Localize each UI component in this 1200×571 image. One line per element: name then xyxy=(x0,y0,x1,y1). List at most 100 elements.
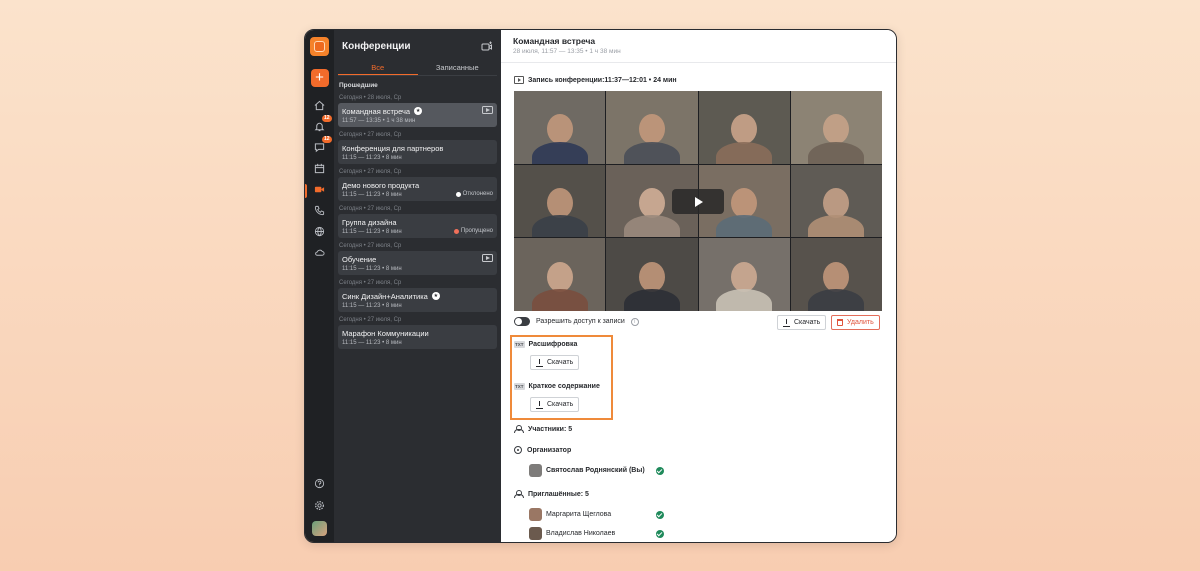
phone-icon[interactable] xyxy=(312,202,328,218)
app-logo xyxy=(310,37,329,56)
participant-name: Святослав Роднянский (Вы) xyxy=(546,467,645,474)
conference-group: Сегодня • 27 июля, Ср Демо нового продук… xyxy=(334,166,501,201)
trash-icon xyxy=(837,319,843,326)
conference-detail: Командная встреча 28 июля, 11:57 — 13:35… xyxy=(501,30,896,542)
txt-file-icon: TXT xyxy=(514,383,525,390)
video-tile xyxy=(514,164,606,238)
home-icon[interactable] xyxy=(312,97,328,113)
page-title: Командная встреча xyxy=(513,36,596,46)
conference-title: Конференция для партнеров xyxy=(342,143,444,153)
play-button[interactable] xyxy=(672,189,724,214)
chat-icon[interactable]: 12 xyxy=(312,136,332,155)
status-text: Отклонено xyxy=(462,191,493,197)
file-name: Расшифровка xyxy=(528,341,578,348)
invited-label: Приглашённые: 5 xyxy=(528,490,589,498)
conference-group: Сегодня • 27 июля, Ср Группа дизайна 11:… xyxy=(334,203,501,238)
download-icon xyxy=(536,400,543,409)
download-recording-button[interactable]: Скачать xyxy=(777,315,827,330)
status-badge: Отклонено xyxy=(455,191,493,197)
conference-meta: 11:15 — 11:23 • 8 мин xyxy=(342,340,402,346)
download-transcript-button[interactable]: Скачать xyxy=(530,355,580,370)
organizer-label: Организатор xyxy=(527,446,572,454)
list-item[interactable]: Марафон Коммуникации 11:15 — 11:23 • 8 м… xyxy=(338,325,497,349)
help-icon[interactable] xyxy=(312,475,328,491)
conference-list-panel: Конференции Все Записанные Прошедшие Сег… xyxy=(334,30,501,542)
allow-access-label: Разрешить доступ к записи xyxy=(536,318,625,325)
list-item[interactable]: Группа дизайна 11:15 — 11:23 • 8 мин Про… xyxy=(338,214,497,238)
recording-icon xyxy=(482,254,493,262)
tab-recorded[interactable]: Записанные xyxy=(418,63,498,75)
conference-meta: 11:15 — 11:23 • 8 мин xyxy=(342,266,402,272)
app-window: + 12 12 Конференции Все Записанные Проше… xyxy=(304,29,897,543)
info-icon[interactable]: i xyxy=(630,317,639,326)
conference-group: Сегодня • 28 июля, Ср Командная встреча ★… xyxy=(334,92,501,127)
recording-icon xyxy=(514,76,524,84)
new-button[interactable]: + xyxy=(310,69,329,87)
calendar-icon[interactable] xyxy=(312,160,328,176)
avatar xyxy=(529,527,542,540)
conference-date: Сегодня • 27 июля, Ср xyxy=(339,132,402,138)
video-tile xyxy=(698,91,790,164)
globe-icon[interactable] xyxy=(312,223,328,239)
video-tile xyxy=(790,91,882,164)
declined-icon xyxy=(455,191,461,197)
check-icon xyxy=(656,511,664,519)
check-icon xyxy=(656,530,664,538)
people-icon xyxy=(514,490,524,498)
conference-date: Сегодня • 27 июля, Ср xyxy=(339,243,402,249)
bell-icon[interactable]: 12 xyxy=(312,115,332,134)
avatar xyxy=(529,464,542,477)
star-icon: ★ xyxy=(414,107,423,115)
cloud-icon[interactable] xyxy=(312,244,328,260)
organizer-header: Организатор xyxy=(514,446,571,454)
status-badge: Пропущено xyxy=(453,228,493,234)
status-text: Пропущено xyxy=(460,228,493,234)
tab-all[interactable]: Все xyxy=(338,63,418,75)
file-name: Краткое содержание xyxy=(528,383,600,390)
list-header: Конференции xyxy=(334,30,501,63)
file-summary: TXT Краткое содержание xyxy=(514,383,600,390)
conference-date: Сегодня • 27 июля, Ср xyxy=(339,317,402,323)
conference-meta: 11:15 — 11:23 • 8 мин xyxy=(342,303,402,309)
list-item[interactable]: Командная встреча ★ 11:57 — 13:35 • 1 ч 3… xyxy=(338,103,497,127)
list-item[interactable]: Конференция для партнеров 11:15 — 11:23 … xyxy=(338,140,497,164)
people-icon xyxy=(514,425,524,433)
participant-row[interactable]: Владислав Николаев xyxy=(529,527,615,540)
recording-icon xyxy=(482,106,493,114)
participant-row[interactable]: Маргарита Щеглова xyxy=(529,508,611,521)
access-row: Разрешить доступ к записи i xyxy=(514,317,639,326)
delete-recording-button[interactable]: Удалить xyxy=(831,315,880,330)
allow-access-toggle[interactable] xyxy=(514,317,530,326)
download-label: Скачать xyxy=(794,319,821,326)
notifications-badge: 12 xyxy=(321,115,332,122)
section-past: Прошедшие xyxy=(339,82,378,89)
download-label: Скачать xyxy=(547,359,574,366)
user-avatar[interactable] xyxy=(312,521,327,536)
list-item[interactable]: Синк Дизайн+Аналитика ★ 11:15 — 11:23 • 8… xyxy=(338,288,497,312)
chats-badge: 12 xyxy=(321,136,332,143)
download-icon xyxy=(783,318,790,327)
video-player[interactable] xyxy=(514,91,882,311)
avatar xyxy=(529,508,542,521)
video-tile xyxy=(606,91,698,164)
conference-group: Сегодня • 27 июля, Ср Обучение 11:15 — 1… xyxy=(334,240,501,275)
file-transcript: TXT Расшифровка xyxy=(514,341,577,348)
participants-header: Участники: 5 xyxy=(514,425,572,433)
new-conference-icon[interactable] xyxy=(481,41,493,53)
conference-group: Сегодня • 27 июля, Ср Марафон Коммуникац… xyxy=(334,314,501,349)
page-subtitle: 28 июля, 11:57 — 13:35 • 1 ч 38 мин xyxy=(513,48,621,55)
star-icon: ★ xyxy=(431,292,440,300)
download-summary-button[interactable]: Скачать xyxy=(530,397,580,412)
participant-row[interactable]: Святослав Роднянский (Вы) xyxy=(529,464,645,477)
list-item[interactable]: Обучение 11:15 — 11:23 • 8 мин xyxy=(338,251,497,275)
files-highlight: TXT Расшифровка Скачать TXT Краткое соде… xyxy=(510,335,613,420)
settings-icon[interactable] xyxy=(312,497,328,513)
recording-header: Запись конференции:11:37—12:01 • 24 мин xyxy=(514,76,677,84)
list-tabs: Все Записанные xyxy=(338,63,497,76)
conference-group: Сегодня • 27 июля, Ср Синк Дизайн+Аналит… xyxy=(334,277,501,312)
conference-date: Сегодня • 27 июля, Ср xyxy=(339,169,402,175)
conference-date: Сегодня • 27 июля, Ср xyxy=(339,206,402,212)
video-tile xyxy=(698,238,790,311)
list-item[interactable]: Демо нового продукта 11:15 — 11:23 • 8 м… xyxy=(338,177,497,201)
video-icon[interactable] xyxy=(312,181,328,197)
